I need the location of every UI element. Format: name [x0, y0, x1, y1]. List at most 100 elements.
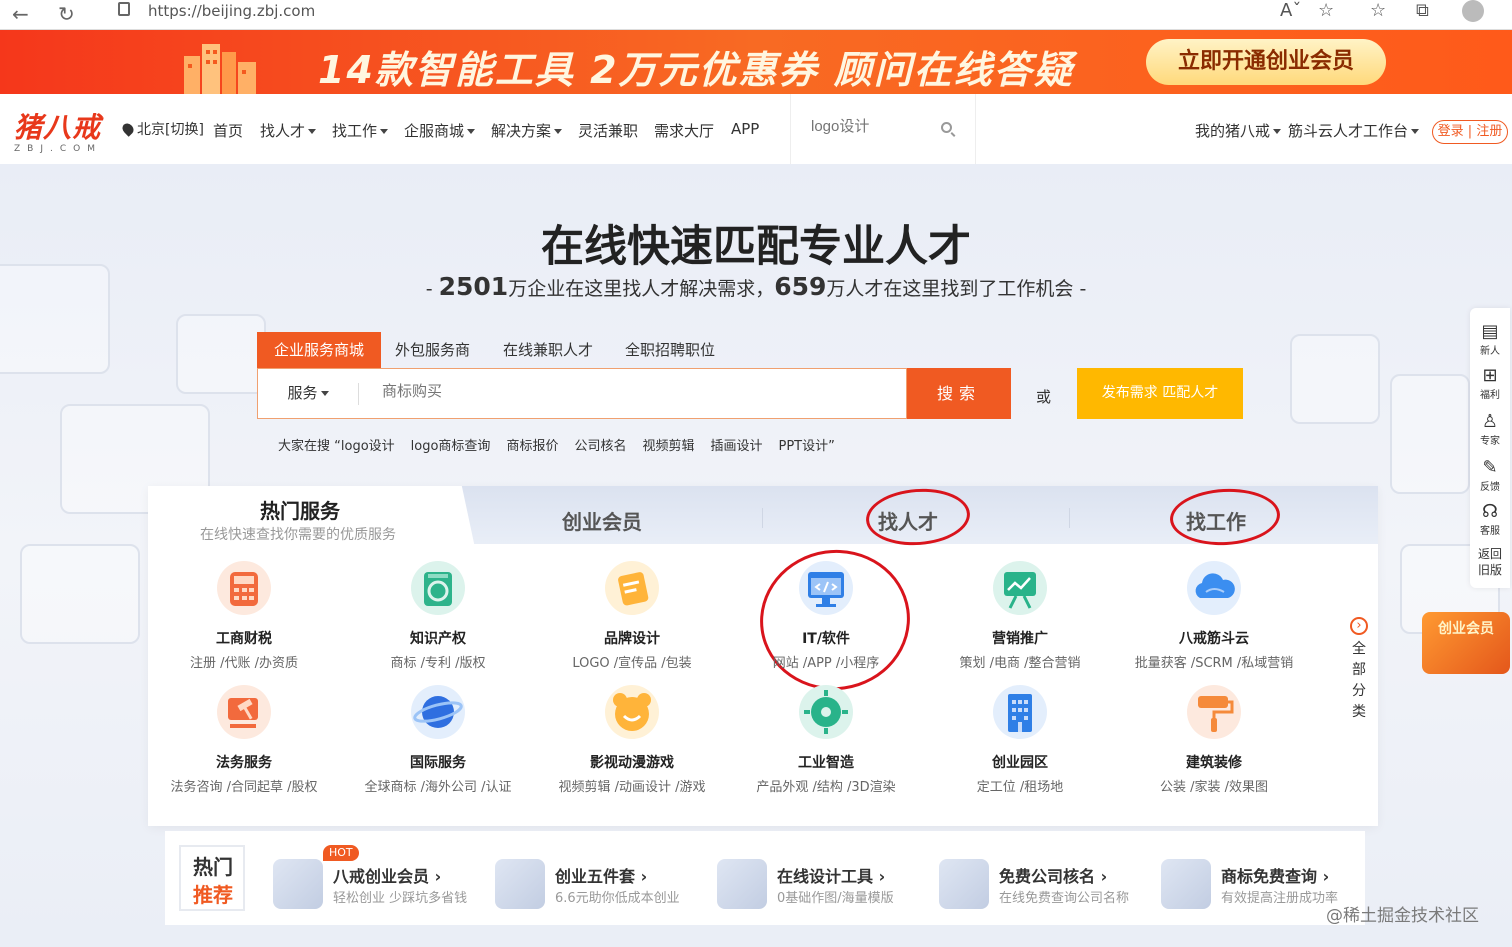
hot-word[interactable]: 视频剪辑	[642, 439, 694, 454]
rec-subtitle: 有效提高注册成功率	[1221, 891, 1339, 906]
service-name: 建筑装修	[1186, 755, 1242, 771]
back-icon[interactable]: ←	[12, 2, 29, 26]
tab-outsource[interactable]: 外包服务商	[395, 332, 470, 368]
bg-decoration	[20, 544, 140, 644]
hot-word[interactable]: logo设计	[341, 439, 395, 454]
register-link[interactable]: 注册	[1476, 124, 1502, 139]
rec-subtitle: 在线免费查询公司名称	[999, 891, 1130, 906]
location-switch[interactable]: 北京[切换]	[120, 119, 204, 139]
read-aloud-icon[interactable]: Aˇ	[1280, 0, 1301, 21]
service-legal[interactable]: 法务服务 法务咨询 /合同起草 /股权	[149, 684, 339, 795]
all-categories-link[interactable]: › 全 部 分 类	[1349, 617, 1369, 723]
zbj-logo[interactable]: 猪八戒 ZBJ.COM	[14, 106, 102, 154]
nav-home[interactable]: 首页	[213, 120, 243, 141]
nav-label: 我的猪八戒	[1195, 122, 1271, 140]
service-desc: 全球商标 /海外公司 /认证	[364, 780, 512, 795]
hot-recommend-label: 热门 推荐	[179, 845, 245, 911]
service-startup-park[interactable]: 创业园区 定工位 /租场地	[925, 684, 1115, 795]
service-marketing[interactable]: 营销推广 策划 /电商 /整合营销	[925, 560, 1115, 671]
sidebar-newbie[interactable]: ▤ 新人	[1470, 322, 1510, 358]
address-bar[interactable]: https://beijing.zbj.com	[100, 0, 1350, 28]
nav-solutions[interactable]: 解决方案	[491, 120, 563, 141]
vip-member-badge[interactable]: 创业会员	[1422, 612, 1510, 674]
hot-word[interactable]: logo商标查询	[411, 439, 491, 454]
location-pin-icon	[120, 121, 136, 137]
login-link[interactable]: 登录	[1438, 124, 1464, 139]
edit-icon: ✎	[1482, 457, 1498, 478]
rec-subtitle: 0基础作图/海量模版	[777, 891, 894, 906]
site-header: 猪八戒 ZBJ.COM 北京[切换] 首页 找人才 找工作 企服商城 解决方案 …	[0, 94, 1512, 164]
sidebar-label: 福利	[1480, 390, 1500, 401]
nav-label: 解决方案	[491, 122, 552, 140]
service-film-anime-game[interactable]: 影视动漫游戏 视频剪辑 /动画设计 /游戏	[537, 684, 727, 795]
brand-design-icon	[604, 560, 660, 616]
search-icon[interactable]	[941, 122, 952, 133]
service-name: 品牌设计	[604, 631, 660, 647]
category-label: 服务	[287, 384, 318, 402]
hot-word[interactable]: 公司核名	[574, 439, 626, 454]
service-name: 国际服务	[410, 755, 466, 771]
service-construction[interactable]: 建筑装修 公装 /家装 /效果图	[1119, 684, 1309, 795]
all-cat-char: 全	[1352, 641, 1366, 657]
nav-flexible-parttime[interactable]: 灵活兼职	[578, 120, 638, 141]
service-jindouyun[interactable]: 八戒筋斗云 批量获客 /SCRM /私域营销	[1119, 560, 1309, 671]
tab-enterprise-mall[interactable]: 企业服务商城	[257, 332, 382, 368]
rec-subtitle: 轻松创业 少踩坑多省钱	[333, 891, 468, 906]
service-industrial[interactable]: 工业智造 产品外观 /结构 /3D渲染	[731, 684, 921, 795]
nav-find-job[interactable]: 找工作	[332, 120, 389, 141]
sidebar-expert[interactable]: ♙ 专家	[1470, 412, 1510, 448]
service-ip[interactable]: 知识产权 商标 /专利 /版权	[343, 560, 533, 671]
bg-decoration	[176, 314, 266, 394]
gift-icon: ⊞	[1482, 365, 1498, 386]
my-zbj-menu[interactable]: 我的猪八戒	[1195, 120, 1282, 141]
service-name: 工商财税	[216, 631, 272, 647]
workbench-menu[interactable]: 筋斗云人才工作台	[1288, 120, 1420, 141]
main-search-input[interactable]	[382, 383, 882, 400]
label-line: 推荐	[193, 883, 233, 907]
tab-startup-member[interactable]: 创业会员	[562, 506, 642, 535]
login-register: 登录 | 注册	[1432, 120, 1508, 144]
open-membership-button[interactable]: 立即开通创业会员	[1146, 39, 1386, 85]
hot-word[interactable]: 商标报价	[506, 439, 558, 454]
sidebar-label: 反馈	[1480, 482, 1500, 493]
return-old-version[interactable]: 返回旧版	[1470, 546, 1510, 578]
company-icon	[939, 859, 989, 909]
nav-label: 企服商城	[404, 122, 465, 140]
sidebar-support[interactable]: ☊ 客服	[1470, 502, 1510, 538]
hot-word[interactable]: 插画设计	[710, 439, 762, 454]
browser-toolbar: ← ↻ https://beijing.zbj.com Aˇ ☆ ☆ ⧉	[0, 0, 1512, 30]
sidebar-label: 新人	[1480, 346, 1500, 357]
tab-hot-services[interactable]: 热门服务 在线快速查找你需要的优质服务	[148, 486, 460, 544]
trademark-icon	[1161, 859, 1211, 909]
add-favorite-icon[interactable]: ☆	[1318, 0, 1334, 21]
profile-avatar[interactable]	[1462, 0, 1484, 22]
nav-app[interactable]: APP	[731, 120, 759, 138]
nav-find-talent[interactable]: 找人才	[260, 120, 317, 141]
nav-demand-hall[interactable]: 需求大厅	[654, 120, 714, 141]
favorites-icon[interactable]: ☆	[1370, 0, 1386, 21]
publish-demand-button[interactable]: 发布需求 匹配人才	[1077, 368, 1243, 419]
service-name: 八戒筋斗云	[1179, 631, 1249, 647]
promo-banner[interactable]: 14款智能工具 2万元优惠券 顾问在线答疑 立即开通创业会员	[0, 30, 1512, 94]
tab-parttime-talent[interactable]: 在线兼职人才	[503, 332, 593, 368]
caret-down-icon	[554, 129, 563, 134]
service-brand-design[interactable]: 品牌设计 LOGO /宣传品 /包装	[537, 560, 727, 671]
hot-word[interactable]: PPT设计”	[779, 439, 835, 454]
caret-down-icon	[308, 129, 317, 134]
rec-title: 在线设计工具 ›	[777, 867, 886, 886]
header-search-input[interactable]	[811, 118, 941, 135]
sidebar-feedback[interactable]: ✎ 反馈	[1470, 457, 1510, 494]
refresh-icon[interactable]: ↻	[58, 2, 75, 26]
search-button[interactable]: 搜索	[907, 368, 1011, 419]
service-international[interactable]: 国际服务 全球商标 /海外公司 /认证	[343, 684, 533, 795]
rec-title: 创业五件套 ›	[555, 867, 648, 886]
service-gongshang[interactable]: 工商财税 注册 /代账 /办资质	[149, 560, 339, 671]
category-select[interactable]: 服务	[258, 369, 358, 418]
nav-enterprise-mall[interactable]: 企服商城	[404, 120, 476, 141]
service-it-software[interactable]: IT/软件 网站 /APP /小程序	[731, 560, 921, 671]
gavel-icon	[216, 684, 272, 740]
tab-fulltime-jobs[interactable]: 全职招聘职位	[625, 332, 715, 368]
rec-subtitle: 6.6元助你低成本创业	[555, 891, 680, 906]
sidebar-benefits[interactable]: ⊞ 福利	[1470, 365, 1510, 402]
collections-icon[interactable]: ⧉	[1416, 0, 1429, 21]
